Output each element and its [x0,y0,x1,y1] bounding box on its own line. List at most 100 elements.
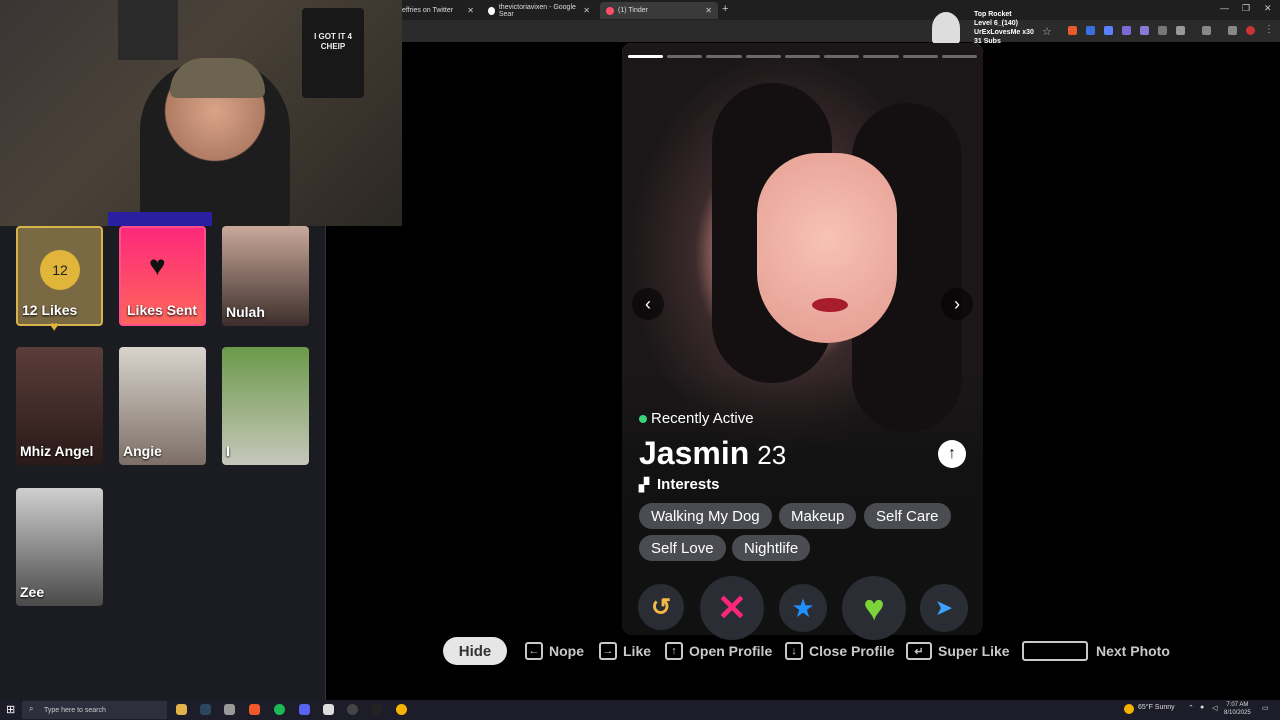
interests-heading-text: Interests [657,476,720,493]
steam-icon[interactable] [200,704,211,715]
profile-card[interactable]: Angie [119,347,206,465]
profile-card[interactable]: I [222,347,309,465]
likes-card[interactable]: 12 12 Likes [16,226,103,326]
likes-sent-card[interactable]: ♥ Likes Sent [119,226,206,326]
extension-icon[interactable] [1086,26,1095,35]
nope-button[interactable]: ✕ [700,576,764,640]
paper-plane-icon: ➤ [934,595,954,620]
next-photo-button[interactable]: › [941,288,973,320]
profile-card-name: Nulah [226,304,265,320]
terminal-icon[interactable] [371,704,382,715]
photo-progress-segment [902,55,938,58]
weather-text[interactable]: 65°F Sunny [1138,704,1175,711]
likes-sent-label: Likes Sent [127,302,198,318]
clock[interactable]: 7:07 AM 8/10/2025 [1224,701,1251,717]
wall-poster [118,0,178,60]
extension-icon[interactable] [1158,26,1167,35]
interest-chip: Walking My Dog [639,503,772,529]
photo-progress-segment [824,55,860,58]
likes-count-badge: 12 [40,250,80,290]
extension-icon[interactable] [1140,26,1149,35]
interest-chip: Self Care [864,503,951,529]
puzzle-icon[interactable] [1176,26,1185,35]
tab-twitter[interactable]: effries on Twitter ✕ [396,2,480,19]
minimize-icon[interactable]: — [1220,3,1229,13]
profile-card[interactable]: Mhiz Angel [16,347,103,465]
app-icon[interactable] [323,704,334,715]
close-window-icon[interactable]: ✕ [1264,3,1272,14]
extension-icon[interactable] [1104,26,1113,35]
shortcut-label: Like [623,643,652,659]
webcam-stripe [108,212,212,226]
tinder-icon [606,6,614,15]
extension-icon[interactable] [1122,26,1131,35]
media-icon[interactable] [1228,26,1237,35]
avatar[interactable] [1246,26,1255,35]
arrow-right-key-icon: → [599,642,617,660]
tab-google[interactable]: thevictoriavixen - Google Sear ✕ [482,2,596,19]
stream-overlay: Top Rocket Level 6_(140) UrExLovesMe x30… [974,10,1084,50]
heart-icon: ♥ [863,587,885,628]
star-icon: ★ [791,592,815,623]
photo-progress-segment [745,55,781,58]
new-tab-button[interactable]: + [722,3,728,15]
menu-icon[interactable]: ⋮ [1264,24,1274,35]
discord-icon[interactable] [299,704,310,715]
tab-tinder[interactable]: (1) Tinder ✕ [600,2,718,19]
boost-button[interactable]: ➤ [920,584,968,632]
hanging-shirt: I GOT IT 4 CHEIP [302,8,364,98]
profile-card-main[interactable]: ‹ › Recently Active Jasmin 23 ↑ ▞ Intere… [622,43,983,635]
x-icon: ✕ [716,587,748,628]
clock-date: 8/10/2025 [1224,710,1251,716]
close-icon[interactable]: ✕ [705,6,712,15]
like-button[interactable]: ♥ [842,576,906,640]
grid-icon: ▞ [639,476,649,492]
profile-card[interactable]: Zee [16,488,103,606]
obs-icon[interactable] [347,704,358,715]
photo-face [757,153,897,343]
profile-card-name: Mhiz Angel [20,443,94,459]
arrow-down-key-icon: ↓ [785,642,803,660]
interest-chip: Makeup [779,503,857,529]
notification-icon[interactable]: ▭ [1262,704,1269,712]
windows-start-icon[interactable]: ⊞ [6,703,15,716]
shortcut-open-profile: ↑ Open Profile [665,640,772,662]
previous-photo-button[interactable]: ‹ [632,288,664,320]
sidebar-icon[interactable] [1202,26,1211,35]
shortcut-close-profile: ↓ Close Profile [785,640,895,662]
shirt-text: I GOT IT 4 CHEIP [314,32,352,51]
interests-heading: ▞ Interests [639,476,720,493]
close-icon[interactable]: ✕ [467,6,474,15]
shortcut-label: Next Photo [1096,643,1170,659]
mic-icon[interactable]: ● [1200,704,1204,711]
clock-time: 7:07 AM [1226,702,1249,708]
photo-progress-segment [784,55,821,58]
open-profile-button[interactable]: ↑ [938,440,966,468]
profile-card-name: Angie [123,443,162,459]
interest-chip: Nightlife [732,535,811,561]
sun-icon [1124,704,1134,714]
profile-card[interactable]: Nulah [222,226,309,326]
tray-chevron-icon[interactable]: ⌃ [1188,704,1194,712]
close-icon[interactable]: ✕ [583,6,590,15]
name-row: Jasmin 23 [639,435,786,472]
superlike-button[interactable]: ★ [779,584,827,632]
profile-card-name: I [226,443,230,459]
taskbar-search[interactable]: Type here to search [22,701,167,719]
overlay-line: 31 Subs [974,38,1001,45]
shortcut-label: Nope [549,643,584,659]
volume-icon[interactable]: ◁ [1212,704,1217,712]
brave-icon[interactable] [249,704,260,715]
photo-progress-segment [941,55,977,58]
overlay-line: Level 6_(140) [974,20,1018,27]
maximize-icon[interactable]: ❐ [1242,3,1250,14]
status-row: Recently Active [639,410,754,427]
rewind-button[interactable]: ↺ [638,584,684,630]
hide-button[interactable]: Hide [443,637,507,665]
chrome-icon[interactable] [396,704,407,715]
file-explorer-icon[interactable] [176,704,187,715]
spotify-icon[interactable] [274,704,285,715]
streamer-hat [170,58,265,98]
settings-icon[interactable] [224,704,235,715]
active-dot-icon [639,414,647,423]
